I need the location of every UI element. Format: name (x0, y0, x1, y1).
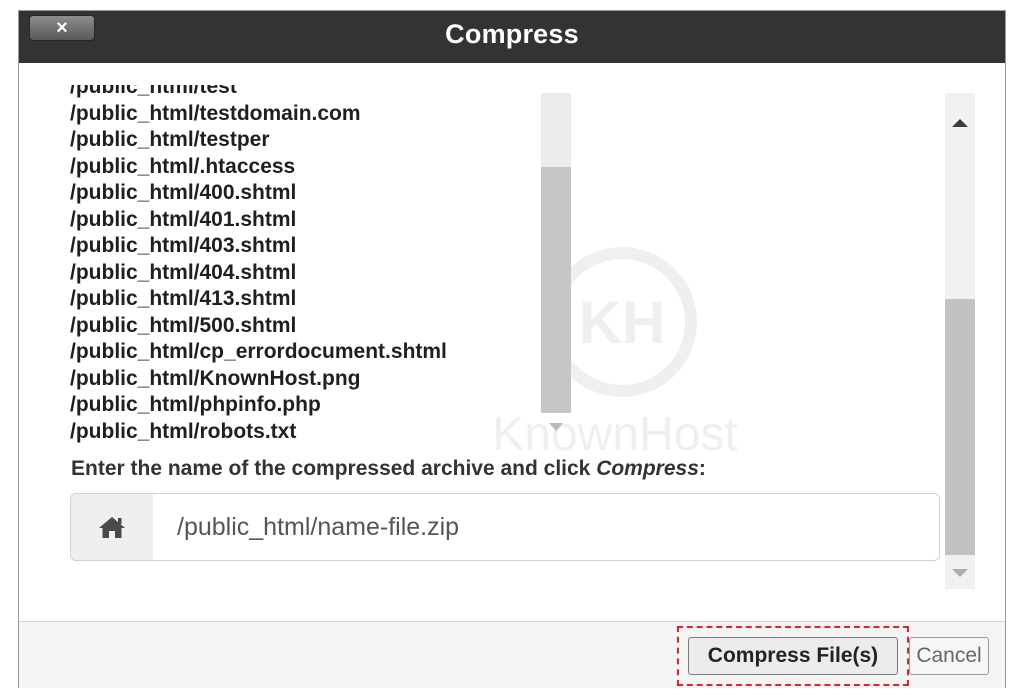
archive-name-group (70, 493, 940, 561)
file-item[interactable]: /public_html/404.shtml (70, 260, 540, 287)
file-item[interactable]: /public_html/test (70, 85, 540, 101)
file-list[interactable]: /public_html/test/public_html/testdomain… (70, 85, 540, 445)
instruction-text: Enter the name of the compressed archive… (71, 457, 597, 480)
file-item[interactable]: /public_html/testper (70, 127, 540, 154)
file-item[interactable]: /public_html/413.shtml (70, 286, 540, 313)
file-item[interactable]: /public_html/500.shtml (70, 313, 540, 340)
file-list-scroll-thumb[interactable] (541, 167, 571, 413)
scroll-down-icon[interactable] (549, 423, 563, 431)
file-list-scrollbar[interactable] (539, 93, 573, 445)
dialog-content: KH KnownHost /public_html/test/public_ht… (19, 63, 1005, 621)
dialog-title: Compress (445, 19, 579, 49)
dialog-scroll-thumb[interactable] (945, 299, 975, 555)
dialog-scrollbar[interactable] (941, 93, 981, 589)
file-item[interactable]: /public_html/phpinfo.php (70, 392, 540, 419)
file-item[interactable]: /public_html/robots.txt (70, 419, 540, 446)
home-icon (99, 517, 125, 538)
compress-dialog: × Compress KH KnownHost /public_html/tes… (18, 10, 1006, 688)
archive-name-input[interactable] (153, 494, 939, 560)
file-item[interactable]: /public_html/testdomain.com (70, 101, 540, 128)
instruction-emphasis: Compress (596, 457, 699, 480)
scroll-up-icon[interactable] (952, 119, 968, 127)
file-item[interactable]: /public_html/401.shtml (70, 207, 540, 234)
file-item[interactable]: /public_html/400.shtml (70, 180, 540, 207)
archive-instruction: Enter the name of the compressed archive… (71, 457, 706, 481)
instruction-suffix: : (698, 457, 706, 480)
file-item[interactable]: /public_html/cp_errordocument.shtml (70, 339, 540, 366)
file-item[interactable]: /public_html/KnownHost.png (70, 366, 540, 393)
file-item[interactable]: /public_html/.htaccess (70, 154, 540, 181)
compress-files-button[interactable]: Compress File(s) (688, 637, 898, 675)
cancel-button[interactable]: Cancel (909, 637, 989, 675)
file-item[interactable]: /public_html/403.shtml (70, 233, 540, 260)
dialog-titlebar: × Compress (19, 11, 1005, 63)
dialog-footer: Compress File(s) Cancel (19, 621, 1005, 688)
scroll-down-icon[interactable] (952, 569, 968, 577)
input-addon (71, 494, 154, 560)
